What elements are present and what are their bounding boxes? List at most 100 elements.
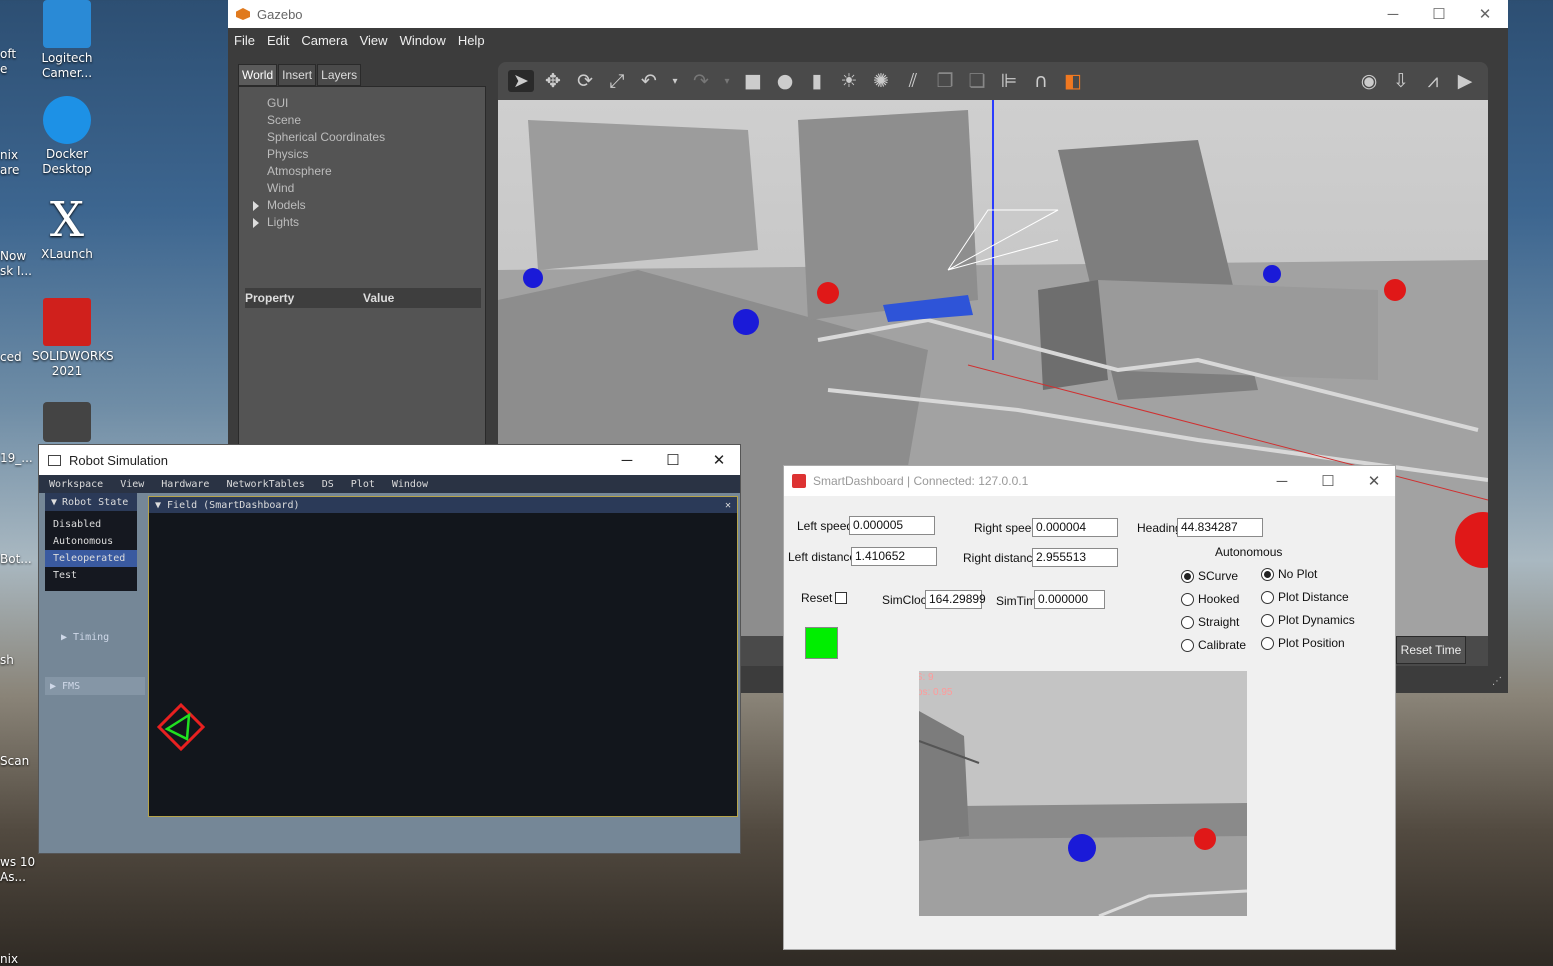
tree-item-models[interactable]: Models [252,197,385,214]
mode-disabled[interactable]: Disabled [45,516,137,533]
tree-item-atmosphere[interactable]: Atmosphere [267,163,385,180]
reset-time-button[interactable]: Reset Time [1396,636,1466,664]
cylinder-shape-icon[interactable]: ▮ [804,70,830,92]
menu-window[interactable]: Window [400,33,446,48]
undo-icon[interactable]: ↶ [636,70,662,92]
log-record-icon[interactable]: ⇩ [1388,70,1414,92]
left-speed-field[interactable]: 0.000005 [849,516,935,535]
desktop-icon-label: Docker Desktop [42,147,92,176]
right-distance-label: Right distance [963,551,1040,565]
left-distance-field[interactable]: 1.410652 [851,547,937,566]
copy-icon[interactable]: ❐ [932,70,958,92]
radio-selected-icon [1181,569,1194,583]
desktop-icon-xlaunch[interactable]: X XLaunch [32,196,102,262]
menu-view[interactable]: View [120,479,144,490]
video-record-icon[interactable]: ▶ [1452,70,1478,92]
minimize-button[interactable]: ─ [1259,466,1305,496]
plot-option-plot-position[interactable]: Plot Position [1261,636,1345,650]
plot-option-no-plot[interactable]: No Plot [1261,567,1317,581]
tree-item-wind[interactable]: Wind [267,180,385,197]
sphere-shape-icon[interactable]: ● [772,70,798,92]
menu-workspace[interactable]: Workspace [49,479,103,490]
simclock-field[interactable]: 164.29899 [925,590,986,609]
screenshot-camera-icon[interactable]: ◉ [1356,70,1382,92]
redo-dropdown-icon[interactable]: ▾ [720,76,734,87]
desktop-icon-docker[interactable]: Docker Desktop [32,96,102,177]
radio-label: Plot Dynamics [1278,613,1355,627]
plot-option-plot-dynamics[interactable]: Plot Dynamics [1261,613,1355,627]
mode-teleoperated[interactable]: Teleoperated [45,550,137,567]
undo-dropdown-icon[interactable]: ▾ [668,76,682,87]
tab-layers[interactable]: Layers [317,64,362,86]
desktop-icon-robot[interactable] [32,402,102,445]
box-shape-icon[interactable]: ■ [740,70,766,92]
collapse-arrow-icon: ▼ [155,499,162,511]
menu-plot[interactable]: Plot [351,479,375,490]
auto-option-hooked[interactable]: Hooked [1181,592,1239,606]
resize-grip-icon[interactable]: ⋰ [1492,676,1502,687]
mode-autonomous[interactable]: Autonomous [45,533,137,550]
spot-light-icon[interactable]: ✺ [868,70,894,92]
maximize-button[interactable]: ☐ [1416,0,1462,28]
rotate-icon[interactable]: ⟳ [572,70,598,92]
point-light-icon[interactable]: ☀ [836,70,862,92]
tab-insert[interactable]: Insert [278,64,317,86]
auto-option-scurve[interactable]: SCurve [1181,569,1238,583]
close-icon[interactable]: ✕ [725,500,731,511]
robot-state-header[interactable]: ▼ Robot State [45,493,137,511]
radio-icon [1181,615,1194,629]
smartdashboard-window: SmartDashboard | Connected: 127.0.0.1 ─ … [783,465,1396,950]
redo-icon[interactable]: ↷ [688,70,714,92]
auto-option-straight[interactable]: Straight [1181,615,1239,629]
auto-option-calibrate[interactable]: Calibrate [1181,638,1246,652]
right-speed-field[interactable]: 0.000004 [1032,518,1118,537]
tree-item-physics[interactable]: Physics [267,146,385,163]
plot-option-plot-distance[interactable]: Plot Distance [1261,590,1349,604]
maximize-button[interactable]: ☐ [650,445,696,475]
fms-panel-header[interactable]: ▶ FMS [45,677,145,695]
heading-field[interactable]: 44.834287 [1177,518,1263,537]
simtime-field[interactable]: 0.000000 [1034,590,1105,609]
plot-icon[interactable]: ⩘ [1420,70,1446,92]
close-button[interactable]: ✕ [696,445,740,475]
field-canvas[interactable] [149,513,737,816]
window-title: SmartDashboard | Connected: 127.0.0.1 [813,474,1029,488]
menu-window[interactable]: Window [392,479,428,490]
select-arrow-icon[interactable]: ➤ [508,70,534,92]
paste-icon[interactable]: ❏ [964,70,990,92]
menu-ds[interactable]: DS [322,479,334,490]
tab-world[interactable]: World [238,64,278,86]
menu-file[interactable]: File [234,33,255,48]
magnet-snap-icon[interactable]: ∩ [1028,70,1054,92]
tree-item-lights[interactable]: Lights [252,214,385,231]
directional-light-icon[interactable]: ⫽ [900,70,926,92]
minimize-button[interactable]: ─ [604,445,650,475]
mode-test[interactable]: Test [45,567,137,584]
menu-edit[interactable]: Edit [267,33,289,48]
menu-networktables[interactable]: NetworkTables [226,479,304,490]
close-button[interactable]: ✕ [1462,0,1508,28]
tree-item-scene[interactable]: Scene [267,112,385,129]
window-title: Robot Simulation [69,452,168,468]
tree-item-spherical-coordinates[interactable]: Spherical Coordinates [267,129,385,146]
blue-ball [733,309,759,335]
scale-icon[interactable]: ⤢ [604,70,630,92]
hub-base [1098,280,1378,380]
menu-help[interactable]: Help [458,33,485,48]
maximize-button[interactable]: ☐ [1305,466,1351,496]
tree-item-gui[interactable]: GUI [267,95,385,112]
view-angle-icon[interactable]: ◧ [1060,70,1086,92]
reset-checkbox[interactable] [835,592,847,604]
desktop-icon-logitech[interactable]: Logitech Camer... [32,0,102,81]
desktop-icon-solidworks[interactable]: SOLIDWORKS 2021 [32,298,114,379]
minimize-button[interactable]: ─ [1370,0,1416,28]
menu-camera[interactable]: Camera [301,33,347,48]
menu-view[interactable]: View [360,33,388,48]
radio-selected-icon [1261,567,1274,581]
timing-panel-header[interactable]: ▶ Timing [61,632,109,643]
align-icon[interactable]: ⊫ [996,70,1022,92]
close-button[interactable]: ✕ [1351,466,1395,496]
translate-icon[interactable]: ✥ [540,70,566,92]
menu-hardware[interactable]: Hardware [161,479,209,490]
right-distance-field[interactable]: 2.955513 [1032,548,1118,567]
